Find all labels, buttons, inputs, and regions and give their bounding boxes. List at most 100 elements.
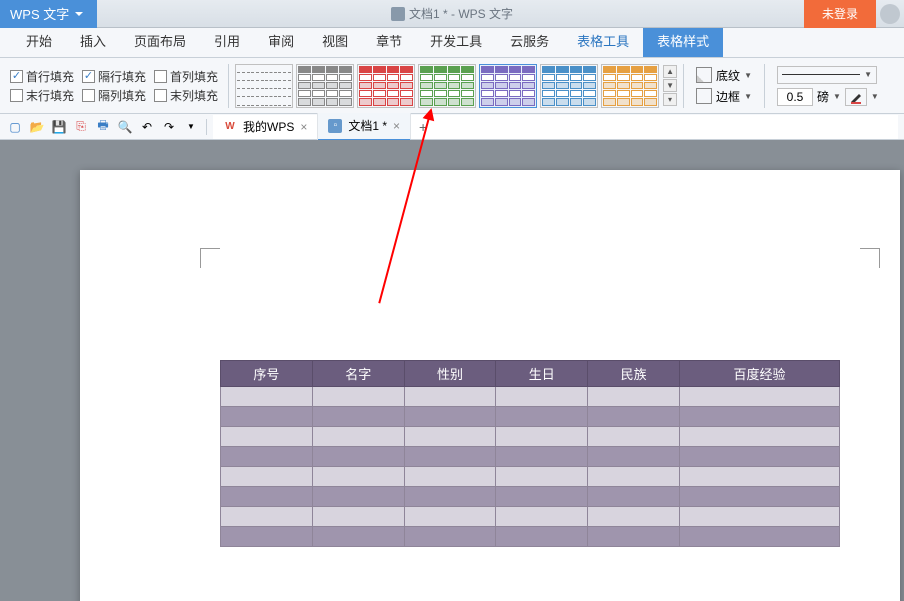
- table-style-thumb[interactable]: [540, 64, 598, 108]
- table-cell[interactable]: [404, 527, 496, 547]
- table-cell[interactable]: [312, 407, 404, 427]
- table-cell[interactable]: [221, 527, 313, 547]
- table-cell[interactable]: [312, 507, 404, 527]
- table-cell[interactable]: [404, 507, 496, 527]
- table-cell[interactable]: [679, 447, 839, 467]
- line-style-dropdown[interactable]: ▼: [777, 66, 877, 84]
- menu-item[interactable]: 章节: [362, 25, 416, 57]
- table-header-cell[interactable]: 序号: [221, 361, 313, 387]
- table-row[interactable]: [221, 427, 840, 447]
- pen-color-icon[interactable]: [845, 88, 867, 106]
- menu-item[interactable]: 引用: [200, 25, 254, 57]
- table-cell[interactable]: [679, 527, 839, 547]
- fill-option[interactable]: 隔列填充: [82, 87, 146, 104]
- table-cell[interactable]: [496, 527, 588, 547]
- qat-dropdown-icon[interactable]: ▼: [182, 118, 200, 136]
- checkbox[interactable]: [82, 70, 95, 83]
- chevron-down-icon[interactable]: ▼: [833, 92, 841, 101]
- print-icon[interactable]: 🖶: [94, 118, 112, 136]
- menu-item[interactable]: 开始: [12, 25, 66, 57]
- close-icon[interactable]: ×: [300, 120, 307, 134]
- table-cell[interactable]: [221, 387, 313, 407]
- table-cell[interactable]: [496, 447, 588, 467]
- table-header-cell[interactable]: 生日: [496, 361, 588, 387]
- undo-icon[interactable]: ↶: [138, 118, 156, 136]
- table-cell[interactable]: [496, 407, 588, 427]
- menu-item[interactable]: 页面布局: [120, 25, 200, 57]
- table-cell[interactable]: [404, 427, 496, 447]
- table-cell[interactable]: [312, 487, 404, 507]
- gallery-more-button[interactable]: ▾: [663, 93, 677, 106]
- login-button[interactable]: 未登录: [804, 0, 876, 28]
- table-header-cell[interactable]: 名字: [312, 361, 404, 387]
- table-cell[interactable]: [679, 487, 839, 507]
- table-cell[interactable]: [588, 427, 680, 447]
- table-cell[interactable]: [404, 407, 496, 427]
- redo-icon[interactable]: ↷: [160, 118, 178, 136]
- fill-option[interactable]: 首行填充: [10, 68, 74, 85]
- export-pdf-icon[interactable]: ⎘: [72, 118, 90, 136]
- table-cell[interactable]: [312, 467, 404, 487]
- app-menu-button[interactable]: WPS 文字: [0, 0, 97, 28]
- fill-option[interactable]: 隔行填充: [82, 68, 146, 85]
- table-cell[interactable]: [588, 507, 680, 527]
- document-table[interactable]: 序号名字性别生日民族百度经验: [220, 360, 840, 547]
- table-row[interactable]: [221, 387, 840, 407]
- table-cell[interactable]: [221, 507, 313, 527]
- table-row[interactable]: [221, 467, 840, 487]
- table-cell[interactable]: [679, 507, 839, 527]
- table-row[interactable]: [221, 487, 840, 507]
- table-row[interactable]: [221, 447, 840, 467]
- fill-option[interactable]: 末列填充: [154, 87, 218, 104]
- table-cell[interactable]: [496, 487, 588, 507]
- table-row[interactable]: [221, 507, 840, 527]
- table-cell[interactable]: [588, 387, 680, 407]
- table-cell[interactable]: [588, 407, 680, 427]
- table-cell[interactable]: [221, 447, 313, 467]
- table-style-thumb[interactable]: [601, 64, 659, 108]
- table-row[interactable]: [221, 407, 840, 427]
- table-cell[interactable]: [679, 407, 839, 427]
- table-cell[interactable]: [679, 427, 839, 447]
- menu-item[interactable]: 视图: [308, 25, 362, 57]
- table-header-cell[interactable]: 性别: [404, 361, 496, 387]
- chevron-down-icon[interactable]: ▼: [871, 92, 879, 101]
- menu-item[interactable]: 表格工具: [563, 25, 643, 57]
- table-cell[interactable]: [496, 467, 588, 487]
- table-cell[interactable]: [404, 447, 496, 467]
- table-cell[interactable]: [404, 467, 496, 487]
- table-cell[interactable]: [221, 487, 313, 507]
- table-cell[interactable]: [404, 387, 496, 407]
- table-cell[interactable]: [312, 427, 404, 447]
- table-cell[interactable]: [221, 427, 313, 447]
- table-style-thumb[interactable]: [235, 64, 293, 108]
- open-icon[interactable]: 📂: [28, 118, 46, 136]
- save-icon[interactable]: 💾: [50, 118, 68, 136]
- table-cell[interactable]: [221, 407, 313, 427]
- table-cell[interactable]: [679, 387, 839, 407]
- checkbox[interactable]: [10, 89, 23, 102]
- table-cell[interactable]: [312, 527, 404, 547]
- table-header-cell[interactable]: 民族: [588, 361, 680, 387]
- shading-button[interactable]: 底纹 ▼: [696, 67, 752, 84]
- table-row[interactable]: [221, 527, 840, 547]
- table-cell[interactable]: [404, 487, 496, 507]
- border-button[interactable]: 边框 ▼: [696, 88, 752, 105]
- checkbox[interactable]: [82, 89, 95, 102]
- checkbox[interactable]: [154, 89, 167, 102]
- close-icon[interactable]: ×: [393, 119, 400, 133]
- table-style-thumb[interactable]: [296, 64, 354, 108]
- fill-option[interactable]: 末行填充: [10, 87, 74, 104]
- table-cell[interactable]: [588, 467, 680, 487]
- table-cell[interactable]: [588, 527, 680, 547]
- menu-item[interactable]: 开发工具: [416, 25, 496, 57]
- doc-tab[interactable]: W我的WPS×: [213, 113, 318, 141]
- checkbox[interactable]: [10, 70, 23, 83]
- new-icon[interactable]: ▢: [6, 118, 24, 136]
- table-cell[interactable]: [312, 447, 404, 467]
- fill-option[interactable]: 首列填充: [154, 68, 218, 85]
- menu-item[interactable]: 审阅: [254, 25, 308, 57]
- table-cell[interactable]: [588, 447, 680, 467]
- table-style-thumb[interactable]: [479, 64, 537, 108]
- table-cell[interactable]: [312, 387, 404, 407]
